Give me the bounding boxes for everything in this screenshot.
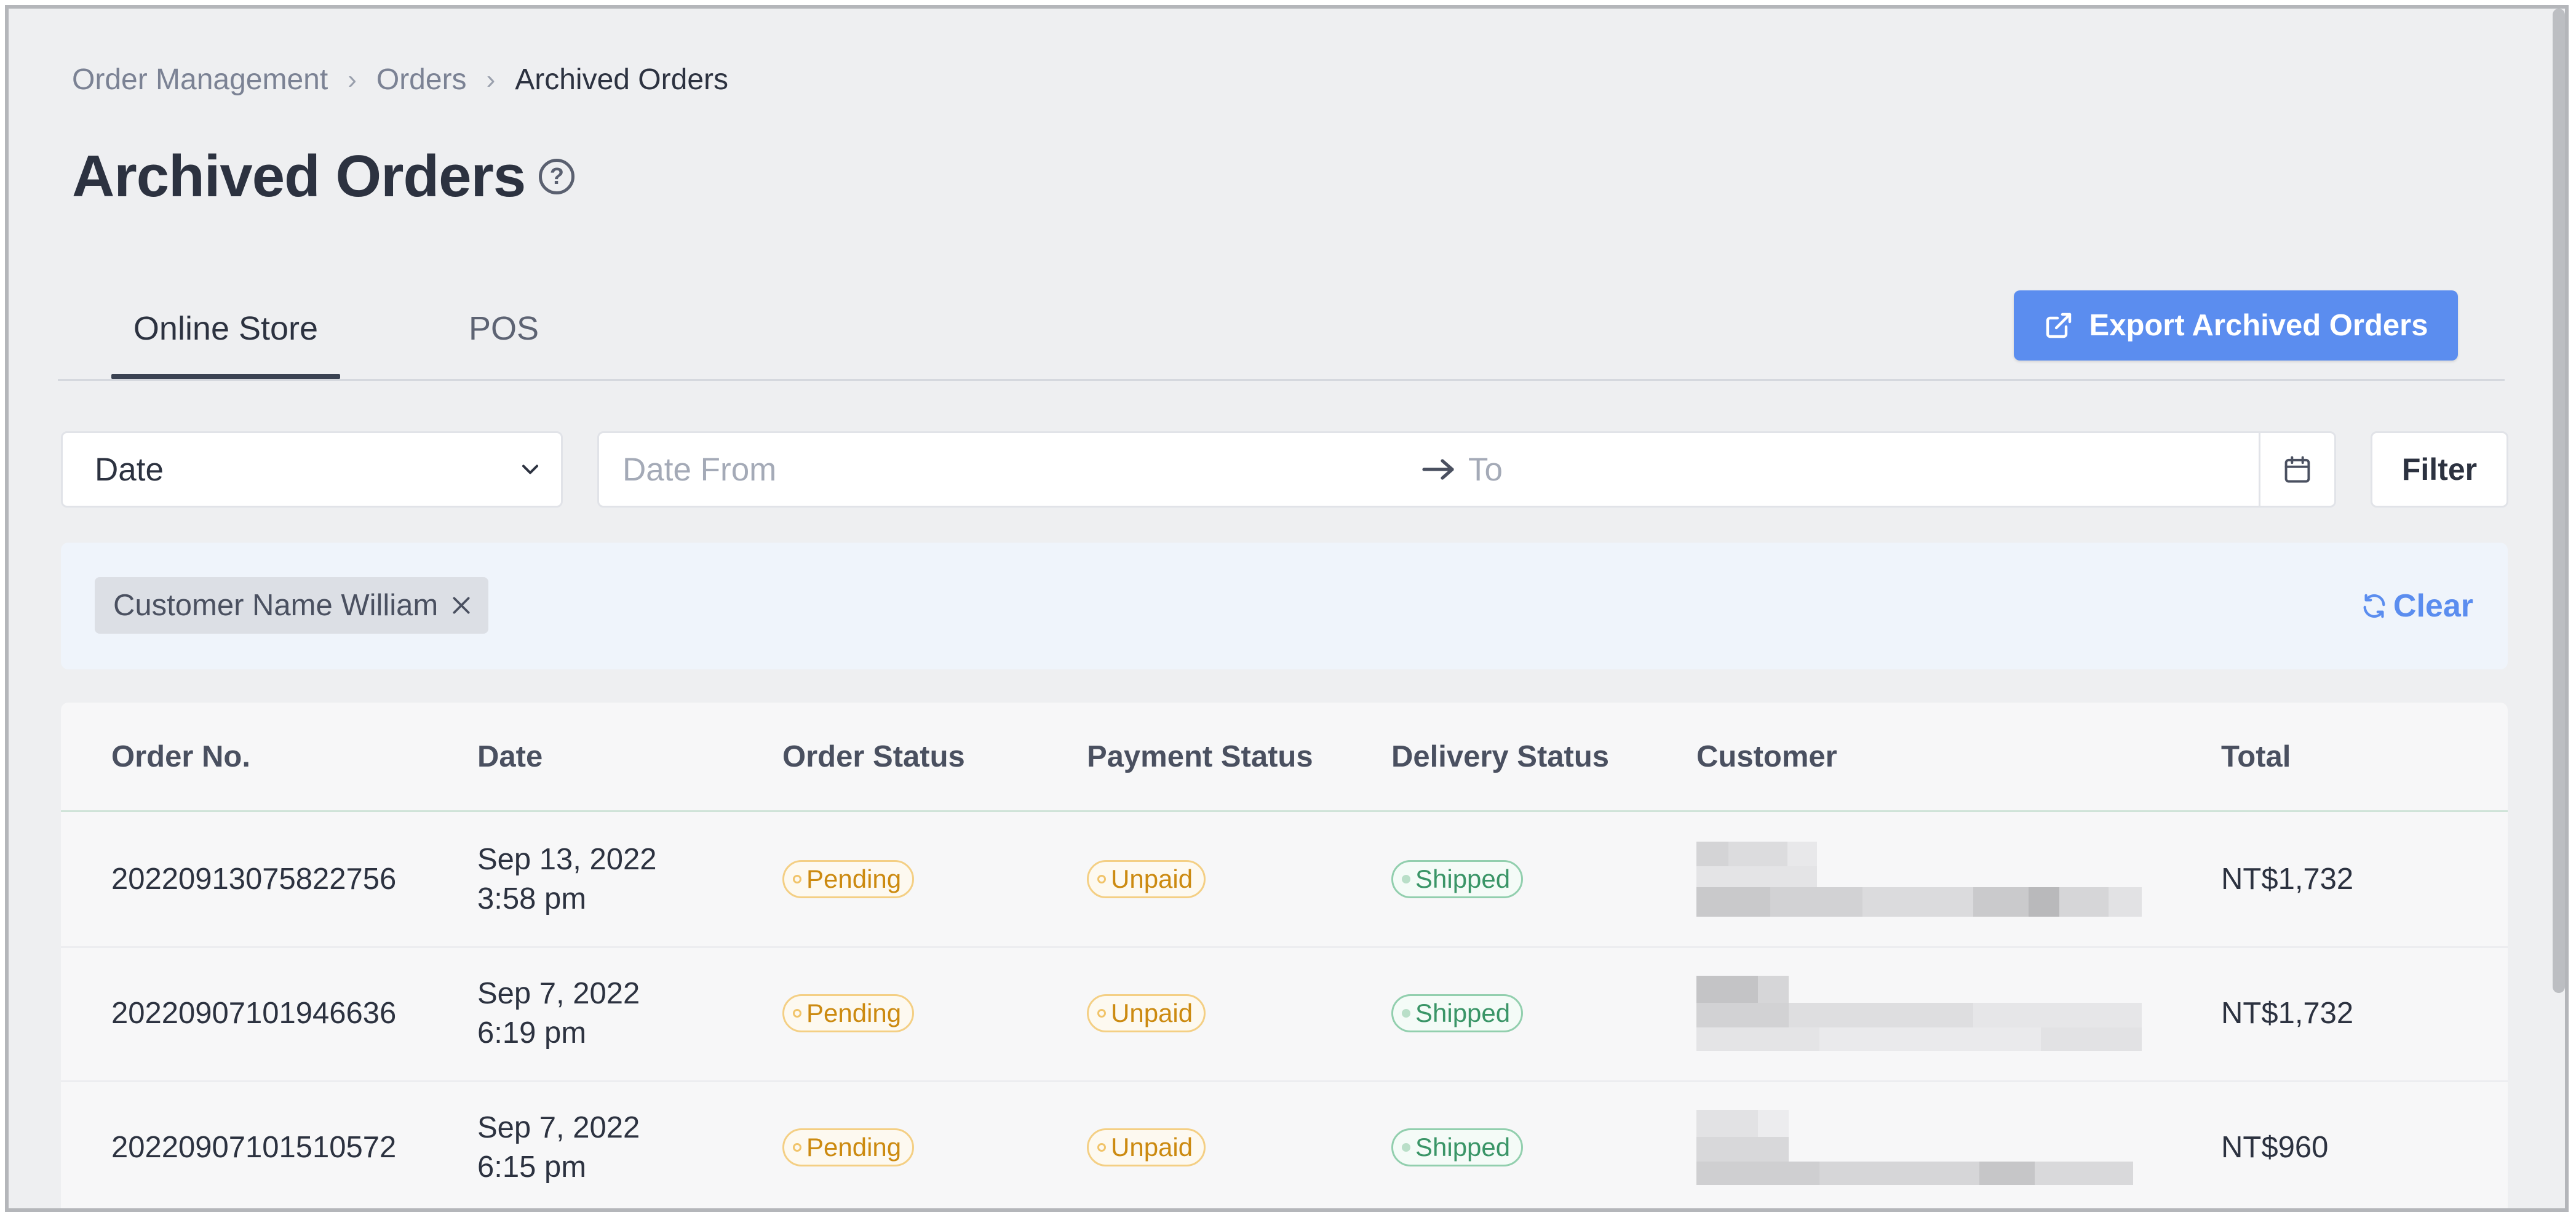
order-date: Sep 7, 2022 6:19 pm: [477, 946, 640, 1080]
payment-status-badge: Unpaid: [1087, 860, 1206, 898]
table-row[interactable]: 20220913075822756 Sep 13, 2022 3:58 pm P…: [61, 812, 2508, 948]
arrow-right-icon: [1420, 433, 1457, 506]
order-status-badge: Pending: [782, 994, 915, 1032]
date-text: Sep 7, 2022: [477, 1111, 640, 1144]
delivery-status-badge: Shipped: [1391, 1128, 1524, 1166]
breadcrumb-order-management[interactable]: Order Management: [72, 63, 328, 97]
table-row[interactable]: 20220907101510572 Sep 7, 2022 6:15 pm Pe…: [61, 1080, 2508, 1208]
table-row[interactable]: 20220907101946636 Sep 7, 2022 6:19 pm Pe…: [61, 946, 2508, 1082]
scrollbar[interactable]: [2553, 9, 2565, 993]
breadcrumb: Order Management › Orders › Archived Ord…: [72, 63, 728, 97]
redacted-customer-info: [1696, 1110, 2142, 1185]
order-status-cell: Pending: [782, 946, 915, 1080]
payment-status-cell: Unpaid: [1087, 1080, 1206, 1208]
time-text: 6:15 pm: [477, 1150, 587, 1184]
order-number[interactable]: 20220913075822756: [111, 812, 396, 946]
filter-chip: Customer Name William: [95, 577, 489, 634]
order-status-badge: Pending: [782, 860, 915, 898]
date-from-input[interactable]: Date From: [622, 433, 776, 506]
table-header: Order No. Date Order Status Payment Stat…: [61, 703, 2508, 812]
clear-label: Clear: [2393, 588, 2473, 624]
order-status-cell: Pending: [782, 1080, 915, 1208]
tab-label: POS: [468, 309, 539, 347]
payment-status-cell: Unpaid: [1087, 946, 1206, 1080]
date-text: Sep 13, 2022: [477, 843, 657, 876]
order-date: Sep 7, 2022 6:15 pm: [477, 1080, 640, 1208]
delivery-status-cell: Shipped: [1391, 946, 1524, 1080]
active-filters-bar: Customer Name William Clear: [61, 543, 2508, 669]
export-button-label: Export Archived Orders: [2089, 309, 2428, 342]
refresh-icon: [2363, 594, 2385, 618]
filter-button-label: Filter: [2401, 452, 2478, 487]
chevron-right-icon: ›: [348, 64, 357, 95]
order-total: NT$1,732: [2221, 997, 2354, 1030]
breadcrumb-current: Archived Orders: [515, 63, 728, 96]
column-header-payment-status[interactable]: Payment Status: [1087, 703, 1313, 810]
close-icon[interactable]: [449, 593, 474, 618]
delivery-status-badge: Shipped: [1391, 860, 1524, 898]
customer-cell: [1696, 1080, 2142, 1208]
delivery-status-cell: Shipped: [1391, 1080, 1524, 1208]
redacted-customer-info: [1696, 976, 2142, 1051]
tab-pos[interactable]: POS: [451, 279, 556, 377]
delivery-status-cell: Shipped: [1391, 812, 1524, 946]
tab-label: Online Store: [133, 309, 319, 347]
chevron-down-icon: [522, 464, 539, 474]
filter-field-value: Date: [95, 451, 164, 488]
chevron-right-icon: ›: [486, 64, 496, 95]
external-link-icon: [2046, 313, 2071, 338]
column-header-order-status[interactable]: Order Status: [782, 703, 965, 810]
column-header-delivery-status[interactable]: Delivery Status: [1391, 703, 1609, 810]
question-circle-icon[interactable]: ?: [539, 159, 575, 194]
customer-cell: [1696, 946, 2142, 1080]
order-total: NT$1,732: [2221, 863, 2354, 896]
filter-field-select[interactable]: Date: [61, 431, 563, 508]
customer-cell: [1696, 812, 2142, 946]
page-title: Archived Orders: [72, 143, 526, 209]
date-to-input[interactable]: To: [1468, 433, 1503, 506]
order-number[interactable]: 20220907101510572: [111, 1080, 396, 1208]
column-header-date[interactable]: Date: [477, 703, 543, 810]
filter-button[interactable]: Filter: [2371, 431, 2508, 508]
order-status-badge: Pending: [782, 1128, 915, 1166]
orders-table: Order No. Date Order Status Payment Stat…: [61, 703, 2508, 1208]
delivery-status-badge: Shipped: [1391, 994, 1524, 1032]
column-header-total[interactable]: Total: [2221, 703, 2291, 810]
export-archived-orders-button[interactable]: Export Archived Orders: [2014, 290, 2458, 361]
order-total: NT$960: [2221, 1131, 2329, 1164]
app-window: Order Management › Orders › Archived Ord…: [5, 5, 2569, 1212]
calendar-icon[interactable]: [2259, 433, 2334, 506]
redacted-customer-info: [1696, 842, 2142, 917]
order-date: Sep 13, 2022 3:58 pm: [477, 812, 657, 946]
filter-chip-label: Customer Name William: [113, 589, 439, 622]
payment-status-badge: Unpaid: [1087, 994, 1206, 1032]
column-header-order-no[interactable]: Order No.: [111, 703, 250, 810]
clear-filters-button[interactable]: Clear: [2360, 580, 2473, 632]
order-status-cell: Pending: [782, 812, 915, 946]
time-text: 3:58 pm: [477, 882, 587, 915]
date-range-picker[interactable]: Date From To: [597, 431, 2336, 508]
column-header-customer[interactable]: Customer: [1696, 703, 1837, 810]
page-header: Archived Orders ?: [72, 143, 575, 210]
breadcrumb-orders[interactable]: Orders: [376, 63, 467, 97]
time-text: 6:19 pm: [477, 1016, 587, 1050]
tab-online-store[interactable]: Online Store: [111, 279, 340, 379]
payment-status-cell: Unpaid: [1087, 812, 1206, 946]
payment-status-badge: Unpaid: [1087, 1128, 1206, 1166]
date-text: Sep 7, 2022: [477, 977, 640, 1010]
order-number[interactable]: 20220907101946636: [111, 946, 396, 1080]
